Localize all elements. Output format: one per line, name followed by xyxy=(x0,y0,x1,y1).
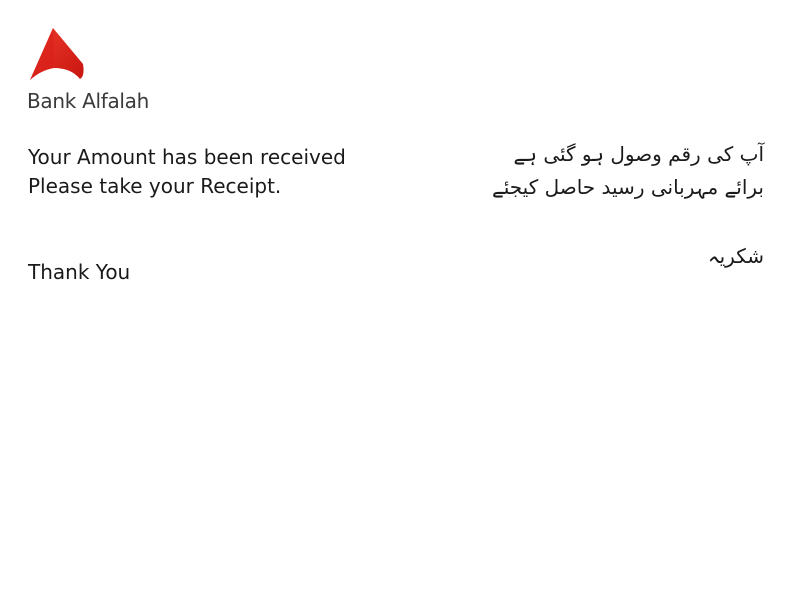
urdu-thank-you-text: شکریہ xyxy=(707,244,764,268)
bank-alfalah-logo-icon xyxy=(30,28,84,80)
bank-logo: Bank Alfalah xyxy=(27,26,187,116)
urdu-take-receipt-text: برائے مہربانی رسید حاصل کیجئے xyxy=(492,175,764,199)
urdu-amount-received-text: آپ کی رقم وصول ہو گئی ہے xyxy=(513,142,764,166)
thank-you-text: Thank You xyxy=(28,260,131,284)
take-receipt-text: Please take your Receipt. xyxy=(28,174,282,198)
english-message: Your Amount has been received Please tak… xyxy=(28,143,346,201)
urdu-message: آپ کی رقم وصول ہو گئی ہے برائے مہربانی ر… xyxy=(492,138,764,204)
amount-received-text: Your Amount has been received xyxy=(28,145,346,169)
bank-name: Bank Alfalah xyxy=(27,89,150,113)
